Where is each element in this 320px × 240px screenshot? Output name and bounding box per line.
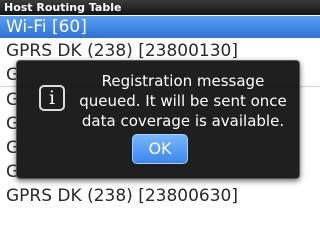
- list-item[interactable]: GPRS DK (238) [23800130]: [0, 40, 320, 62]
- info-dialog: i Registration message queued. It will b…: [16, 60, 300, 179]
- info-icon: i: [39, 85, 65, 111]
- window-title: Host Routing Table: [0, 0, 320, 15]
- ok-button[interactable]: OK: [132, 134, 188, 164]
- dialog-message: Registration message queued. It will be …: [79, 72, 287, 130]
- list-item-wifi[interactable]: Wi-Fi [60]: [0, 16, 320, 38]
- list-item[interactable]: GPRS DK (238) [23800630]: [0, 185, 320, 207]
